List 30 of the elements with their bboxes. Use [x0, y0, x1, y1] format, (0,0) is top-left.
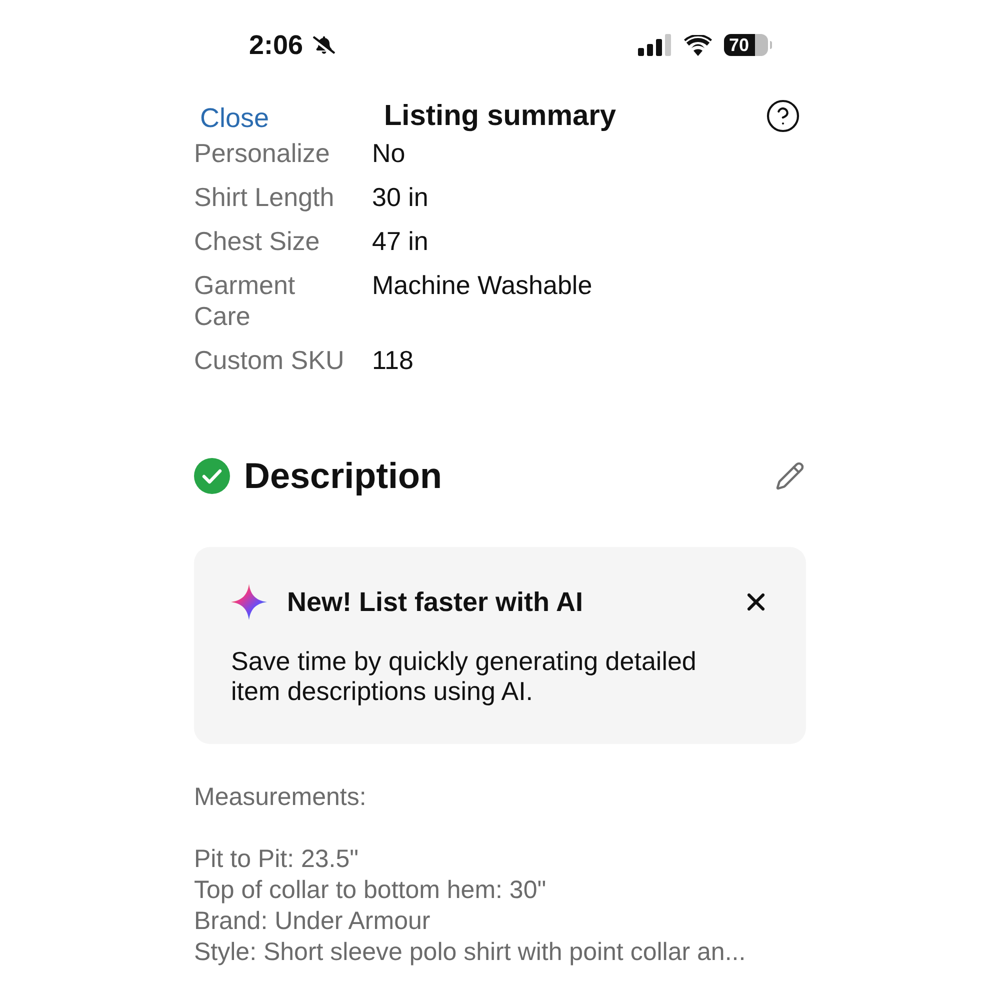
description-line: Brand: Under Armour: [194, 906, 432, 937]
wifi-icon: [684, 34, 712, 56]
sparkle-icon: [231, 584, 267, 620]
cellular-signal-icon: [638, 34, 672, 56]
close-button[interactable]: Close: [200, 102, 270, 134]
pencil-icon: [775, 461, 805, 491]
promo-text: Save time by quickly generating detailed item descriptions using AI.: [231, 646, 698, 706]
spec-value: 118: [372, 345, 414, 376]
status-time: 2:06: [249, 29, 304, 62]
spec-value: 47 in: [372, 226, 430, 257]
spec-label: Garment Care: [194, 270, 296, 332]
spec-value: No: [372, 138, 406, 169]
description-line: Top of collar to bottom hem: 30": [194, 875, 548, 906]
spec-label: Chest Size: [194, 226, 321, 257]
help-icon: [765, 98, 801, 134]
description-line: Pit to Pit: 23.5": [194, 844, 360, 875]
spec-label: Shirt Length: [194, 182, 336, 213]
bell-slash-icon: [313, 34, 336, 56]
spec-label: Personalize: [194, 138, 331, 169]
edit-button[interactable]: [774, 460, 806, 492]
spec-label: Custom SKU: [194, 345, 346, 376]
description-line: Style: Short sleeve polo shirt with point collar an...: [194, 937, 747, 968]
promo-title: New! List faster with AI: [287, 586, 584, 619]
section-heading: Description: [244, 454, 442, 498]
description-heading: Measurements:: [194, 782, 368, 813]
battery-percentage: 70: [729, 34, 750, 56]
spec-value: 30 in: [372, 182, 430, 213]
page-title: Listing summary: [384, 99, 616, 134]
spec-value: Machine Washable: [372, 270, 594, 302]
help-button[interactable]: [765, 98, 801, 134]
